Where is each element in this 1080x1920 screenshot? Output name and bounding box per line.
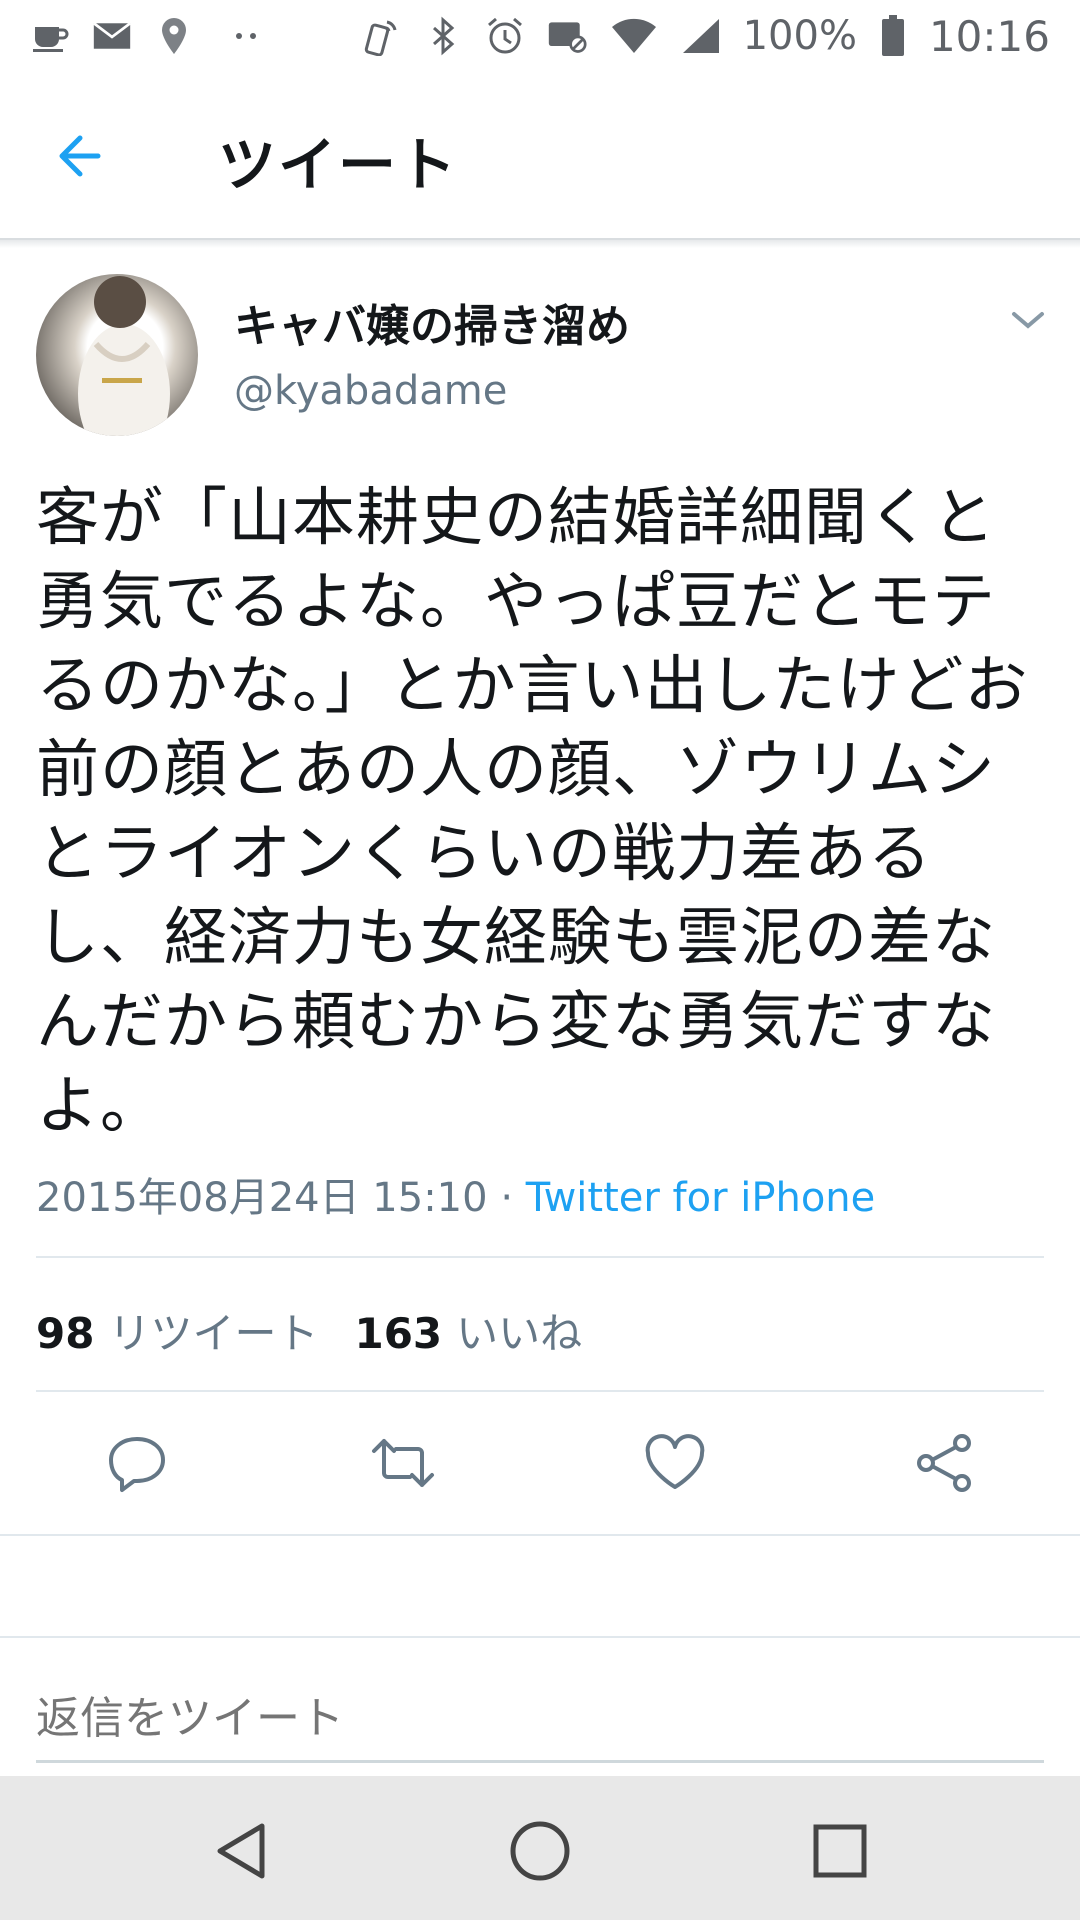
avatar[interactable] xyxy=(36,274,198,436)
alarm-icon xyxy=(485,16,525,56)
arrow-left-icon xyxy=(59,135,101,177)
meta-separator: · xyxy=(500,1175,514,1221)
app-header: ツイート xyxy=(0,72,1080,240)
page-title: ツイート xyxy=(218,131,459,199)
share-button[interactable] xyxy=(912,1433,978,1493)
tweet-source-link[interactable]: Twitter for iPhone xyxy=(526,1175,876,1221)
display-name[interactable]: キャバ嬢の掃き溜め xyxy=(234,290,630,354)
divider xyxy=(0,1534,1080,1536)
nav-back-button[interactable] xyxy=(206,1816,276,1886)
circle-home-icon xyxy=(510,1821,570,1881)
divider xyxy=(0,1636,1080,1638)
nav-home-button[interactable] xyxy=(505,1816,575,1886)
tweet-stats: 98 リツイート 163 いいね xyxy=(36,1300,582,1361)
header-shadow xyxy=(0,240,1080,248)
chevron-down-icon xyxy=(1012,312,1044,329)
likes-label: いいね xyxy=(456,1309,583,1358)
retweets-count: 98 xyxy=(36,1309,95,1358)
dots-icon xyxy=(216,16,276,56)
retweet-button[interactable] xyxy=(370,1433,436,1493)
battery-icon xyxy=(879,15,907,56)
tweet-meta: 2015年08月24日 15:10 · Twitter for iPhone xyxy=(36,1165,875,1223)
vibrate-icon xyxy=(547,16,587,56)
triangle-back-icon xyxy=(217,1823,265,1879)
signal-icon xyxy=(681,16,721,56)
tweet-timestamp: 2015年08月24日 15:10 xyxy=(36,1175,488,1221)
tweet-text: 客が「山本耕史の結婚詳細聞くと勇気でるよな。やっぱ豆だとモテるのかな。」とか言い… xyxy=(36,481,1029,1142)
location-icon xyxy=(154,16,194,56)
mail-icon xyxy=(92,16,132,56)
divider xyxy=(36,1390,1044,1392)
bluetooth-icon xyxy=(423,16,463,56)
navigation-bar xyxy=(0,1776,1080,1920)
battery-percent: 100% xyxy=(742,13,857,59)
reply-icon xyxy=(109,1437,165,1492)
back-button[interactable] xyxy=(50,124,120,188)
heart-icon xyxy=(645,1434,705,1489)
likes-stat[interactable]: 163 いいね xyxy=(354,1300,582,1361)
retweet-icon xyxy=(372,1439,434,1487)
retweets-stat[interactable]: 98 リツイート xyxy=(36,1300,318,1361)
cup-icon xyxy=(30,16,70,56)
tweet-actions xyxy=(0,1405,1080,1521)
reply-button[interactable] xyxy=(104,1433,170,1493)
user-handle[interactable]: @kyabadame xyxy=(234,368,507,414)
nfc-icon xyxy=(361,16,401,56)
nav-recents-button[interactable] xyxy=(805,1816,875,1886)
status-bar: 100% 10:16 xyxy=(0,0,1080,72)
like-button[interactable] xyxy=(642,1433,708,1493)
retweets-label: リツイート xyxy=(108,1309,319,1358)
wifi-icon xyxy=(609,16,659,56)
likes-count: 163 xyxy=(354,1309,443,1358)
more-options-button[interactable] xyxy=(1006,298,1050,342)
reply-input[interactable] xyxy=(36,1676,1044,1763)
share-icon xyxy=(917,1434,971,1492)
divider xyxy=(36,1256,1044,1258)
avatar-image xyxy=(78,276,170,436)
square-recents-icon xyxy=(813,1824,867,1878)
clock: 10:16 xyxy=(928,11,1050,61)
